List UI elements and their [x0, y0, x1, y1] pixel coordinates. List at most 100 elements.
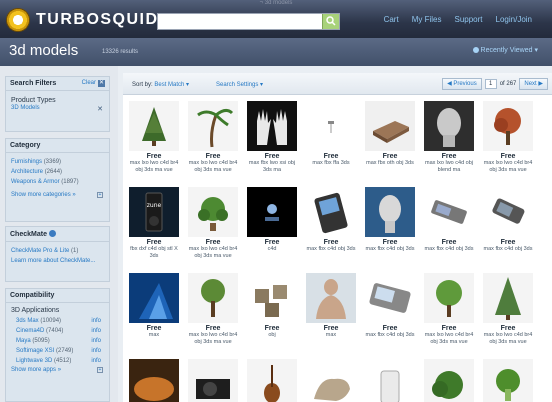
product-card[interactable]: Free max fbx c4d obj 3ds	[363, 187, 417, 253]
show-more-apps-link[interactable]: Show more apps » +	[6, 366, 109, 373]
app-filter-item[interactable]: Lightwave 3D (4512) info	[6, 356, 109, 366]
page-number-input[interactable]: 1	[484, 79, 497, 89]
product-card[interactable]: Free max	[304, 273, 358, 339]
product-card[interactable]: Free obj	[245, 273, 299, 339]
product-card[interactable]	[481, 359, 535, 402]
bed-thumbnail[interactable]	[365, 101, 415, 151]
product-price: Free	[500, 325, 516, 332]
dice-thumbnail[interactable]	[247, 273, 297, 323]
violin-thumbnail[interactable]	[247, 359, 297, 402]
oak-tree-thumbnail[interactable]	[188, 273, 238, 323]
phone-slide-thumbnail[interactable]	[365, 273, 415, 323]
next-page-button[interactable]: Next ▶	[519, 78, 548, 90]
turntable-thumbnail[interactable]	[188, 359, 238, 402]
phone-thumbnail[interactable]	[306, 187, 356, 237]
bush-thumbnail[interactable]	[424, 359, 474, 402]
bush-icon	[424, 359, 474, 402]
product-card[interactable]: Free max fbx oth obj 3ds	[363, 101, 417, 167]
product-card[interactable]: Free max fbx ffa 3ds	[304, 101, 358, 167]
product-card[interactable]: Free max fbx c4d obj 3ds	[363, 273, 417, 339]
product-type-filter[interactable]: 3D Models ✕	[6, 104, 109, 113]
app-filter-item[interactable]: Softimage XSI (2749) info	[6, 346, 109, 356]
info-link[interactable]: info	[91, 346, 101, 356]
sort-by-dropdown[interactable]: Sort by: Best Match ▾	[132, 81, 189, 88]
search-button[interactable]	[322, 14, 339, 29]
nav-cart[interactable]: Cart	[384, 15, 399, 24]
product-card[interactable]: Free max fbx c4d obj 3ds	[422, 187, 476, 253]
creature-thumbnail[interactable]	[306, 359, 356, 402]
product-types-label: Product Types	[11, 97, 56, 104]
remove-filter-icon[interactable]: ✕	[97, 105, 103, 113]
product-card[interactable]: Free max	[127, 273, 181, 339]
product-card[interactable]	[245, 359, 299, 402]
info-link[interactable]: info	[91, 326, 101, 336]
checkmate-item[interactable]: CheckMate Pro & Lite (1)	[6, 246, 109, 256]
product-card[interactable]: Free max lxo lwo c4d obj blend ma	[422, 101, 476, 174]
head-thumbnail[interactable]	[424, 101, 474, 151]
product-card[interactable]: Free max lxo lwo c4d br4 obj 3ds ma vue	[186, 273, 240, 346]
nav-my-files[interactable]: My Files	[412, 15, 442, 24]
clear-filters-button[interactable]: Clear ✕	[82, 80, 105, 87]
stool-thumbnail[interactable]	[306, 101, 356, 151]
info-link[interactable]: info	[91, 356, 101, 366]
previous-page-button[interactable]: ◀ Previous	[442, 78, 482, 90]
product-card[interactable]: Free max fbx lwo xsi obj 3ds ma	[245, 101, 299, 174]
torso-thumbnail[interactable]	[306, 273, 356, 323]
product-card[interactable]: Free max lxo lwo c4d br4 obj 3ds ma vue	[481, 101, 535, 174]
product-card[interactable]	[363, 359, 417, 402]
app-count: (2749)	[56, 348, 74, 354]
product-card[interactable]	[304, 359, 358, 402]
dark-scene-thumbnail[interactable]	[247, 187, 297, 237]
product-formats: c4d	[267, 246, 277, 252]
product-card[interactable]	[186, 359, 240, 402]
autumn-tree-thumbnail[interactable]	[483, 101, 533, 151]
nav-login-join[interactable]: Login/Join	[496, 15, 532, 24]
flip-phone-thumbnail[interactable]	[483, 187, 533, 237]
product-card[interactable]: Free max fbx c4d obj 3ds	[304, 187, 358, 253]
slider-phone-thumbnail[interactable]	[424, 187, 474, 237]
leafy-tree-thumbnail[interactable]	[424, 273, 474, 323]
head-blue-thumbnail[interactable]	[365, 187, 415, 237]
turbosquid-logo[interactable]: TURBOSQUID	[6, 8, 157, 32]
broccoli-thumbnail[interactable]	[483, 359, 533, 402]
search-input[interactable]	[158, 14, 318, 29]
app-filter-item[interactable]: 3ds Max (10094) info	[6, 316, 109, 326]
orange-scene-thumbnail[interactable]	[129, 359, 179, 402]
blue-scene-thumbnail[interactable]	[129, 273, 179, 323]
search-icon	[326, 16, 336, 26]
app-filter-item[interactable]: Cinema4D (7404) info	[6, 326, 109, 336]
product-card[interactable]: Free max lxo lwo c4d br4 obj 3ds ma vue	[481, 273, 535, 346]
search-settings-dropdown[interactable]: Search Settings ▾	[216, 81, 263, 88]
show-more-categories-link[interactable]: Show more categories » +	[6, 187, 109, 198]
product-card[interactable]: Free max lxo lwo c4d br4 obj 3ds ma vue	[186, 187, 240, 260]
phone-slide-icon	[365, 273, 415, 323]
hands-thumbnail[interactable]	[247, 101, 297, 151]
product-card[interactable]: Free max lxo lwo c4d br4 obj 3ds ma vue	[186, 101, 240, 174]
stool-icon	[306, 101, 356, 151]
product-card[interactable]: Free max lxo lwo c4d br4 obj 3ds ma vue	[127, 101, 181, 174]
product-card[interactable]: Free max fbx c4d obj 3ds	[481, 187, 535, 253]
slider-phone-icon	[424, 187, 474, 237]
product-card[interactable]: Free c4d	[245, 187, 299, 253]
palm-tree-thumbnail[interactable]	[188, 101, 238, 151]
info-link[interactable]: info	[91, 336, 101, 346]
product-card[interactable]: Free max lxo lwo c4d br4 obj 3ds ma vue	[422, 273, 476, 346]
app-filter-item[interactable]: Maya (5095) info	[6, 336, 109, 346]
pine-tree-thumbnail[interactable]	[129, 101, 179, 151]
info-link[interactable]: info	[91, 316, 101, 326]
product-formats: max lxo lwo c4d br4 obj 3ds ma vue	[483, 332, 533, 345]
nav-support[interactable]: Support	[454, 15, 482, 24]
white-phone-thumbnail[interactable]	[365, 359, 415, 402]
turntable-icon	[188, 359, 238, 402]
conifer-thumbnail[interactable]	[483, 273, 533, 323]
zune-thumbnail[interactable]: zune	[129, 187, 179, 237]
plant-thumbnail[interactable]	[188, 187, 238, 237]
product-card[interactable]: zune Free fbx dxf c4d obj stl X 3ds	[127, 187, 181, 260]
category-item[interactable]: Architecture (2644)	[6, 167, 109, 177]
product-card[interactable]	[127, 359, 181, 402]
checkmate-learn-more-link[interactable]: Learn more about CheckMate...	[6, 256, 109, 266]
product-card[interactable]	[422, 359, 476, 402]
recently-viewed-dropdown[interactable]: Recently Viewed ▾	[472, 46, 538, 54]
category-item[interactable]: Furnishings (3369)	[6, 157, 109, 167]
category-item[interactable]: Weapons & Armor (1897)	[6, 177, 109, 187]
